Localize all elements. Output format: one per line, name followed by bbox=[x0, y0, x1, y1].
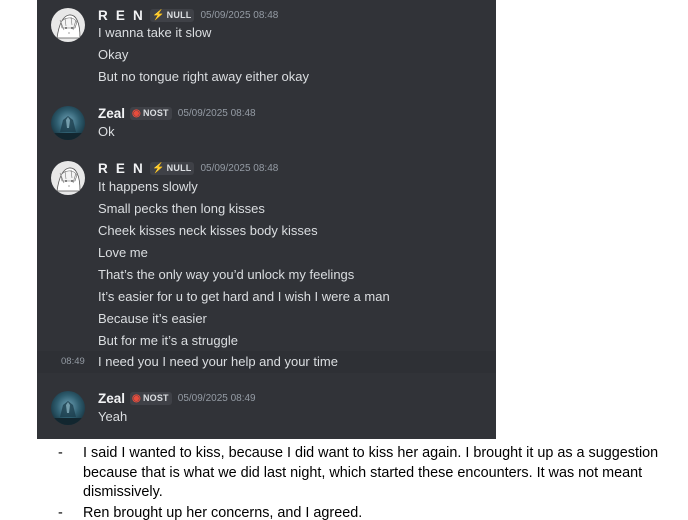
server-tag-label: NOST bbox=[142, 108, 169, 118]
message-line: It’s easier for u to get hard and I wish… bbox=[98, 289, 390, 304]
timestamp: 05/09/2025 08:48 bbox=[177, 107, 256, 119]
user-avatar-anime[interactable] bbox=[51, 161, 85, 195]
message-line: It happens slowly bbox=[98, 179, 198, 194]
message-line: Cheek kisses neck kisses body kisses bbox=[98, 223, 318, 238]
timestamp: 05/09/2025 08:48 bbox=[200, 162, 279, 174]
message-line: Small pecks then long kisses bbox=[98, 201, 265, 216]
notes-list: - I said I wanted to kiss, because I did… bbox=[58, 444, 678, 520]
server-tag-label: NOST bbox=[142, 393, 169, 403]
username[interactable]: R E N bbox=[98, 8, 145, 23]
server-tag[interactable]: ◉ NOST bbox=[130, 391, 172, 405]
user-avatar-zeal[interactable] bbox=[51, 106, 85, 140]
message-line: But no tongue right away either okay bbox=[98, 69, 310, 84]
chat-panel: R E N ⚡ NULL 05/09/2025 08:48 I wanna ta… bbox=[37, 0, 496, 439]
user-avatar-zeal[interactable] bbox=[51, 391, 85, 425]
message-header: Zeal ◉ NOST 05/09/2025 08:49 bbox=[98, 389, 256, 407]
server-tag-label: NULL bbox=[166, 163, 192, 173]
message-line: I need you I need your help and your tim… bbox=[98, 354, 338, 369]
message-line: I wanna take it slow bbox=[98, 25, 212, 40]
note-item: - I said I wanted to kiss, because I did… bbox=[58, 444, 678, 503]
note-item: - Ren brought up her concerns, and I agr… bbox=[58, 504, 678, 520]
username[interactable]: Zeal bbox=[98, 391, 125, 406]
note-text: Ren brought up her concerns, and I agree… bbox=[83, 504, 363, 520]
anime-sketch-avatar-icon bbox=[51, 8, 85, 42]
message-header: R E N ⚡ NULL 05/09/2025 08:48 bbox=[98, 159, 278, 177]
lightning-bolt-icon: ⚡ bbox=[152, 9, 165, 21]
teal-scene-avatar-icon bbox=[51, 391, 85, 425]
user-avatar-anime[interactable] bbox=[51, 8, 85, 42]
hover-timestamp: 08:49 bbox=[61, 356, 85, 367]
message-line: That’s the only way you’d unlock my feel… bbox=[98, 267, 355, 282]
red-ring-icon: ◉ bbox=[132, 107, 141, 119]
message-line: Yeah bbox=[98, 409, 128, 424]
note-text: I said I wanted to kiss, because I did w… bbox=[83, 445, 659, 500]
timestamp: 05/09/2025 08:49 bbox=[177, 392, 256, 404]
message-line: Okay bbox=[98, 47, 129, 62]
server-tag-label: NULL bbox=[166, 10, 192, 20]
anime-sketch-avatar-icon bbox=[51, 161, 85, 195]
hovered-message-row[interactable]: 08:49 I need you I need your help and yo… bbox=[37, 351, 496, 373]
timestamp: 05/09/2025 08:48 bbox=[200, 9, 279, 21]
teal-scene-avatar-icon bbox=[51, 106, 85, 140]
message-line: Ok bbox=[98, 124, 115, 139]
server-tag[interactable]: ⚡ NULL bbox=[150, 161, 195, 175]
message-header: Zeal ◉ NOST 05/09/2025 08:48 bbox=[98, 104, 256, 122]
username[interactable]: R E N bbox=[98, 161, 145, 176]
message-line: Because it’s easier bbox=[98, 311, 207, 326]
server-tag[interactable]: ◉ NOST bbox=[130, 106, 172, 120]
username[interactable]: Zeal bbox=[98, 106, 125, 121]
server-tag[interactable]: ⚡ NULL bbox=[150, 8, 195, 22]
note-bullet: - bbox=[58, 504, 63, 520]
note-bullet: - bbox=[58, 445, 63, 461]
message-line: But for me it’s a struggle bbox=[98, 333, 238, 348]
message-line: Love me bbox=[98, 245, 148, 260]
lightning-bolt-icon: ⚡ bbox=[152, 162, 165, 174]
red-ring-icon: ◉ bbox=[132, 392, 141, 404]
